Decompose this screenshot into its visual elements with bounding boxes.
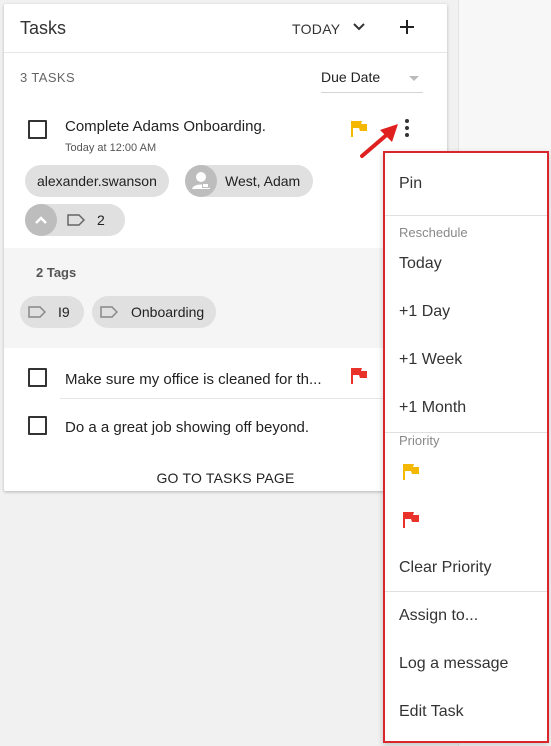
task-title[interactable]: Complete Adams Onboarding. [65, 118, 266, 135]
assignee-chip[interactable]: alexander.swanson [25, 165, 169, 197]
contact-chip[interactable]: West, Adam [185, 165, 313, 197]
menu-item-urgent-priority-flag-icon[interactable] [402, 511, 420, 529]
task-checkbox[interactable] [28, 416, 47, 435]
caret-down-icon [409, 76, 419, 81]
widget-title: Tasks [20, 18, 67, 38]
tag-count: 2 [97, 212, 105, 228]
task-title[interactable]: Do a a great job showing off beyond. [65, 419, 309, 436]
task-count: 3 TASKS [20, 70, 76, 85]
tags-toggle-chip[interactable]: 2 [25, 204, 125, 236]
tag-icon [28, 306, 46, 318]
menu-item-log-message[interactable]: Log a message [399, 655, 508, 673]
more-options-icon[interactable] [402, 118, 412, 140]
menu-item-assign[interactable]: Assign to... [399, 607, 478, 625]
tag-icon [100, 306, 118, 318]
plus-icon[interactable] [398, 18, 416, 36]
tag-label: Onboarding [131, 304, 205, 320]
tag-label: I9 [58, 304, 70, 320]
task-due-date: Today at 12:00 AM [65, 142, 157, 154]
chip-label: West, Adam [225, 173, 301, 189]
menu-divider [385, 215, 547, 216]
task-options-menu: Pin Reschedule Today +1 Day +1 Week +1 M… [383, 151, 549, 743]
widget-header: Tasks TODAY [4, 4, 447, 53]
tag-chip[interactable]: I9 [20, 296, 84, 328]
go-to-tasks-link[interactable]: GO TO TASKS PAGE [4, 470, 447, 486]
date-filter-dropdown[interactable]: TODAY [292, 21, 340, 37]
sort-select[interactable]: Due Date [321, 64, 423, 93]
menu-item-edit-task[interactable]: Edit Task [399, 703, 464, 721]
menu-item-today[interactable]: Today [399, 255, 442, 273]
menu-item-pin[interactable]: Pin [399, 175, 422, 193]
tag-icon [67, 214, 85, 226]
chevron-down-icon[interactable] [352, 22, 366, 32]
chip-label: alexander.swanson [37, 173, 157, 189]
menu-item-plus-1-month[interactable]: +1 Month [399, 399, 466, 417]
menu-section-reschedule: Reschedule [399, 225, 468, 240]
task-checkbox[interactable] [28, 368, 47, 387]
tag-chip[interactable]: Onboarding [92, 296, 216, 328]
menu-item-high-priority-flag-icon[interactable] [402, 463, 420, 481]
menu-divider [385, 591, 547, 592]
task-checkbox[interactable] [28, 120, 47, 139]
tasks-widget: Tasks TODAY 3 TASKS Due Date Complete Ad… [4, 4, 447, 491]
menu-item-plus-1-week[interactable]: +1 Week [399, 351, 462, 369]
menu-item-plus-1-day[interactable]: +1 Day [399, 303, 450, 321]
priority-flag-icon[interactable] [350, 367, 368, 385]
menu-section-priority: Priority [399, 433, 440, 448]
person-icon [185, 165, 217, 197]
sort-select-value: Due Date [321, 69, 381, 85]
tags-title: 2 Tags [36, 265, 77, 280]
task-title[interactable]: Make sure my office is cleaned for th... [65, 371, 340, 388]
menu-item-clear-priority[interactable]: Clear Priority [399, 559, 491, 577]
chevron-up-icon [25, 204, 57, 236]
